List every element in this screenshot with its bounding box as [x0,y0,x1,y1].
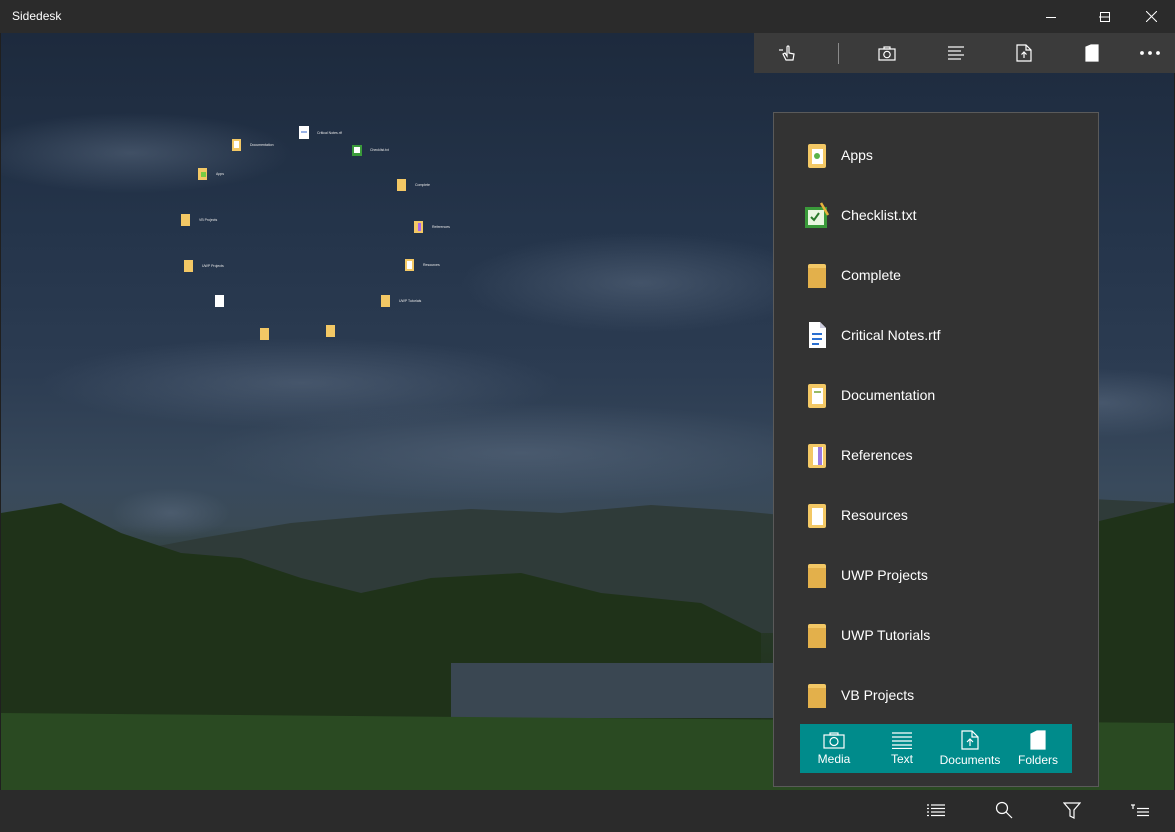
tab-text[interactable]: Text [868,724,936,773]
list-item[interactable]: References [804,435,1074,475]
desktop-icon-complete[interactable]: Complete [397,178,430,191]
camera-icon [823,731,845,749]
toolbar-separator [838,43,839,64]
category-tabs: Media Text Documents Folders [800,724,1072,773]
list-item[interactable]: VB Projects [804,675,1074,715]
sort-button[interactable] [1120,790,1160,830]
folder-toolbar-button[interactable] [1072,33,1112,73]
folder-icon [232,139,241,151]
filter-icon [1063,801,1081,819]
more-options-button[interactable] [1130,33,1170,73]
list-item[interactable]: Documentation [804,375,1074,415]
touch-hand-icon [779,45,795,61]
folder-icon [804,439,830,471]
folder-icon [804,379,830,411]
folder-icon [804,499,830,531]
tab-documents[interactable]: Documents [936,724,1004,773]
list-item[interactable]: Resources [804,495,1074,535]
touch-mode-button[interactable] [768,33,808,73]
camera-icon [878,45,896,61]
list-item[interactable]: Critical Notes.rtf [804,315,1074,355]
folder-icon [804,679,830,711]
rtf-document-icon [299,126,309,139]
list-item[interactable]: Apps [804,135,1074,175]
app-title: Sidedesk [12,9,62,23]
folder-icon [1085,44,1099,62]
folder-icon [326,325,335,337]
maximize-icon [1100,11,1110,22]
more-dots-icon [1140,51,1160,55]
desktop-icon-uwp-tutorials[interactable]: UWP Tutorials [381,294,421,307]
close-icon [1145,11,1157,22]
document-upload-icon [1016,44,1032,62]
list-item[interactable]: UWP Tutorials [804,615,1074,655]
desktop-icon-misc-2[interactable] [260,327,270,340]
title-bar: Sidedesk [0,0,1175,33]
document-toolbar-button[interactable] [1004,33,1044,73]
bottom-app-bar [0,790,1175,832]
list-icon [927,803,945,816]
checklist-icon [804,199,830,231]
folder-icon [804,259,830,291]
desktop-icon-vb-projects[interactable]: VB Projects [181,213,217,226]
folder-app-icon [804,139,830,171]
folder-icon [804,619,830,651]
text-toolbar-button[interactable] [936,33,976,73]
close-button[interactable] [1128,0,1174,33]
folder-icon [397,179,406,191]
folder-icon [215,295,224,307]
desktop-icon-references[interactable]: References [414,220,450,233]
folder-icon [405,259,414,271]
folder-icon [414,221,423,233]
minimize-icon [1046,16,1056,18]
document-upload-icon [961,730,979,750]
folder-icon [260,328,269,340]
desktop-icon-checklist[interactable]: Checklist.txt [352,143,389,156]
desktop-icon-documentation[interactable]: Documentation [232,138,274,151]
folder-icon [1030,730,1046,750]
desktop-icon-critical-notes[interactable]: Critical Notes.rtf [299,126,342,139]
desktop-icon-resources[interactable]: Resources [405,258,440,271]
rtf-document-icon [804,319,830,351]
top-toolbar [754,33,1175,73]
folder-icon [804,559,830,591]
list-view-button[interactable] [916,790,956,830]
text-lines-icon [948,46,964,60]
list-item[interactable]: Complete [804,255,1074,295]
checklist-icon [352,145,362,156]
list-item[interactable]: Checklist.txt [804,195,1074,235]
tab-folders[interactable]: Folders [1004,724,1072,773]
file-panel: Apps Checklist.txt Complete Critical Not… [773,112,1099,787]
search-icon [995,801,1013,819]
list-item[interactable]: UWP Projects [804,555,1074,595]
tab-media[interactable]: Media [800,724,868,773]
search-button[interactable] [984,790,1024,830]
desktop-icon-apps[interactable]: Apps [198,167,224,180]
desktop-icon-misc-1[interactable] [215,294,225,307]
folder-icon [184,260,193,272]
filter-button[interactable] [1052,790,1092,830]
text-lines-icon [892,731,912,749]
media-toolbar-button[interactable] [867,33,907,73]
folder-icon [181,214,190,226]
maximize-button[interactable] [1082,0,1128,33]
folder-icon [381,295,390,307]
desktop-icon-misc-3[interactable] [326,324,336,337]
sort-icon [1131,803,1149,816]
minimize-button[interactable] [1028,0,1074,33]
desktop-icon-uwp-projects[interactable]: UWP Projects [184,259,224,272]
folder-app-icon [198,168,207,180]
